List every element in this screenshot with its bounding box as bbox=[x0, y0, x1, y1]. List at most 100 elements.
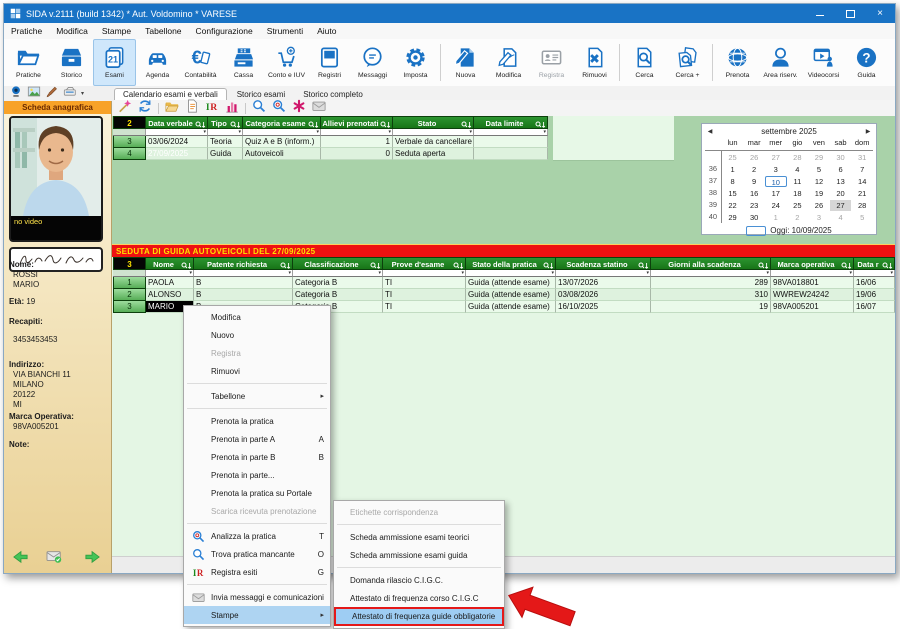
mail-icon[interactable] bbox=[312, 99, 326, 118]
calendar-day[interactable]: 17 bbox=[765, 188, 787, 199]
table-cell[interactable]: Autoveicoli bbox=[243, 148, 321, 160]
table-cell[interactable]: 03/08/2026 bbox=[556, 289, 651, 301]
menu-item-tabellone[interactable]: Tabellone▸ bbox=[184, 387, 330, 405]
row-index[interactable]: 3 bbox=[113, 301, 146, 313]
wand-icon[interactable] bbox=[118, 99, 132, 118]
calendar-day[interactable]: 4 bbox=[830, 212, 852, 223]
table-cell[interactable]: Guida (attende esame) bbox=[466, 301, 556, 313]
column-header-data-limite[interactable]: Data limite bbox=[474, 116, 548, 129]
calendar-day[interactable]: 5 bbox=[851, 212, 873, 223]
menu-pratiche[interactable]: Pratiche bbox=[4, 26, 49, 36]
table-cell[interactable]: Teoria bbox=[208, 136, 243, 148]
table-row[interactable]: 1PAOLABCategoria BTIGuida (attende esame… bbox=[113, 277, 895, 289]
calendar-day[interactable]: 11 bbox=[787, 176, 809, 187]
row-index[interactable]: 4 bbox=[113, 148, 146, 160]
table-cell[interactable]: Guida (attende esame) bbox=[466, 277, 556, 289]
calendar-day[interactable]: 26 bbox=[743, 152, 765, 163]
tab-storico-completo[interactable]: Storico completo bbox=[295, 89, 371, 100]
toolbar-button-imposta[interactable]: Imposta bbox=[394, 39, 437, 86]
table-cell[interactable]: 03/06/2024 bbox=[146, 136, 208, 148]
filter-cell[interactable]: ▾ bbox=[146, 129, 208, 136]
calendar-day[interactable]: 31 bbox=[851, 152, 873, 163]
calendar-day[interactable]: 6 bbox=[830, 164, 852, 175]
filter-cell[interactable]: ▾ bbox=[393, 129, 474, 136]
column-header-data-r[interactable]: Data r bbox=[854, 257, 895, 270]
table-cell[interactable]: TI bbox=[383, 289, 466, 301]
table-cell[interactable]: Seduta aperta bbox=[393, 148, 474, 160]
filter-cell[interactable]: ▾ bbox=[146, 270, 194, 277]
toolbar-button-nuova[interactable]: Nuova bbox=[444, 39, 487, 86]
table-cell[interactable]: B bbox=[194, 277, 293, 289]
menu-item-prenota-la-pratica-su-portale[interactable]: Prenota la pratica su Portale bbox=[184, 484, 330, 502]
menu-item-prenota-in-parte-b[interactable]: Prenota in parte BB bbox=[184, 448, 330, 466]
filter-cell[interactable]: ▾ bbox=[651, 270, 771, 277]
table-cell[interactable]: Categoria B bbox=[293, 289, 383, 301]
menu-item-trova-pratica-mancante[interactable]: Trova pratica mancanteO bbox=[184, 545, 330, 563]
calendar-day[interactable]: 19 bbox=[808, 188, 830, 199]
calendar-next-icon[interactable]: ▶ bbox=[860, 128, 876, 135]
column-header-patente-richiesta[interactable]: Patente richiesta bbox=[194, 257, 293, 270]
toolbar-button-registri[interactable]: Registri bbox=[308, 39, 351, 86]
calendar-day[interactable]: 29 bbox=[722, 212, 744, 223]
zoom-icon[interactable] bbox=[252, 99, 266, 118]
close-button[interactable]: × bbox=[865, 4, 895, 23]
column-header-scadenza-statino[interactable]: Scadenza statino bbox=[556, 257, 651, 270]
filter-cell[interactable]: ▾ bbox=[208, 129, 243, 136]
table-cell[interactable]: 289 bbox=[651, 277, 771, 289]
calendar-day[interactable]: 24 bbox=[765, 200, 787, 211]
next-record-button[interactable] bbox=[84, 549, 101, 564]
menu-item-attestato-di-frequenza-corso-c-i-g-c[interactable]: Attestato di frequenza corso C.I.G.C bbox=[334, 589, 504, 607]
analyze-icon[interactable] bbox=[272, 99, 286, 118]
toolbar-button-messaggi[interactable]: Messaggi bbox=[351, 39, 394, 86]
calendar-prev-icon[interactable]: ◀ bbox=[702, 128, 718, 135]
menu-item-domanda-rilascio-c-i-g-c[interactable]: Domanda rilascio C.I.G.C. bbox=[334, 571, 504, 589]
column-header-stato-della-pratica[interactable]: Stato della pratica bbox=[466, 257, 556, 270]
calendar-day[interactable]: 28 bbox=[851, 200, 873, 211]
table-cell[interactable]: 0 bbox=[321, 148, 393, 160]
menu-item-attestato-di-frequenza-guide-obbligatorie[interactable]: Attestato di frequenza guide obbligatori… bbox=[334, 607, 504, 626]
calendar-day[interactable]: 14 bbox=[851, 176, 873, 187]
open-folder-icon[interactable] bbox=[165, 99, 179, 118]
image-icon[interactable] bbox=[27, 85, 41, 103]
calendar-day[interactable]: 25 bbox=[722, 152, 744, 163]
maximize-button[interactable] bbox=[835, 4, 865, 23]
calendar-day[interactable]: 20 bbox=[830, 188, 852, 199]
prev-record-button[interactable] bbox=[12, 549, 29, 564]
filter-cell[interactable]: ▾ bbox=[466, 270, 556, 277]
scanner-icon[interactable] bbox=[63, 85, 77, 103]
calendar-day[interactable]: 25 bbox=[787, 200, 809, 211]
table-cell[interactable]: TI bbox=[383, 301, 466, 313]
filter-cell[interactable]: ▾ bbox=[771, 270, 854, 277]
calendar-day[interactable]: 26 bbox=[808, 200, 830, 211]
filter-cell[interactable]: ▾ bbox=[556, 270, 651, 277]
table-cell[interactable]: WWREW24242 bbox=[771, 289, 854, 301]
toolbar-button-cerca[interactable]: Cerca + bbox=[666, 39, 709, 86]
chevron-down-icon[interactable]: ▾ bbox=[81, 90, 84, 97]
toolbar-button-storico[interactable]: Storico bbox=[50, 39, 93, 86]
calendar-day[interactable]: 23 bbox=[743, 200, 765, 211]
menu-tabellone[interactable]: Tabellone bbox=[138, 26, 188, 36]
mail-check-icon[interactable] bbox=[46, 549, 63, 564]
table-row[interactable]: 303/06/2024TeoriaQuiz A e B (inform.)1Ve… bbox=[113, 136, 548, 148]
calendar-day[interactable]: 30 bbox=[743, 212, 765, 223]
calendar-day[interactable]: 22 bbox=[722, 200, 744, 211]
toolbar-button-videocorsi[interactable]: Videocorsi bbox=[802, 39, 845, 86]
row-index[interactable]: 1 bbox=[113, 277, 146, 289]
table-cell[interactable]: 13/07/2026 bbox=[556, 277, 651, 289]
menu-item-invia-messaggi-e-comunicazioni[interactable]: Invia messaggi e comunicazioni bbox=[184, 588, 330, 606]
table-cell[interactable]: 16/07 bbox=[854, 301, 895, 313]
table-cell[interactable]: PAOLA bbox=[146, 277, 194, 289]
calendar-day[interactable]: 15 bbox=[722, 188, 744, 199]
column-header-categoria-esame[interactable]: Categoria esame bbox=[243, 116, 321, 129]
table-row[interactable]: 427/09/2025GuidaAutoveicoli0Seduta apert… bbox=[113, 148, 548, 160]
menu-item-scheda-ammissione-esami-guida[interactable]: Scheda ammissione esami guida bbox=[334, 546, 504, 564]
toolbar-button-cassa[interactable]: Cassa bbox=[222, 39, 265, 86]
column-header-allievi-prenotati[interactable]: Allievi prenotati bbox=[321, 116, 393, 129]
row-index[interactable]: 3 bbox=[113, 136, 146, 148]
table-cell[interactable]: TI bbox=[383, 277, 466, 289]
document-icon[interactable] bbox=[185, 99, 199, 118]
menu-configurazione[interactable]: Configurazione bbox=[189, 26, 260, 36]
calendar-day[interactable]: 28 bbox=[787, 152, 809, 163]
toolbar-button-registra[interactable]: Registra bbox=[530, 39, 573, 86]
column-header-giorni-alla-scadenza[interactable]: Giorni alla scadenza bbox=[651, 257, 771, 270]
